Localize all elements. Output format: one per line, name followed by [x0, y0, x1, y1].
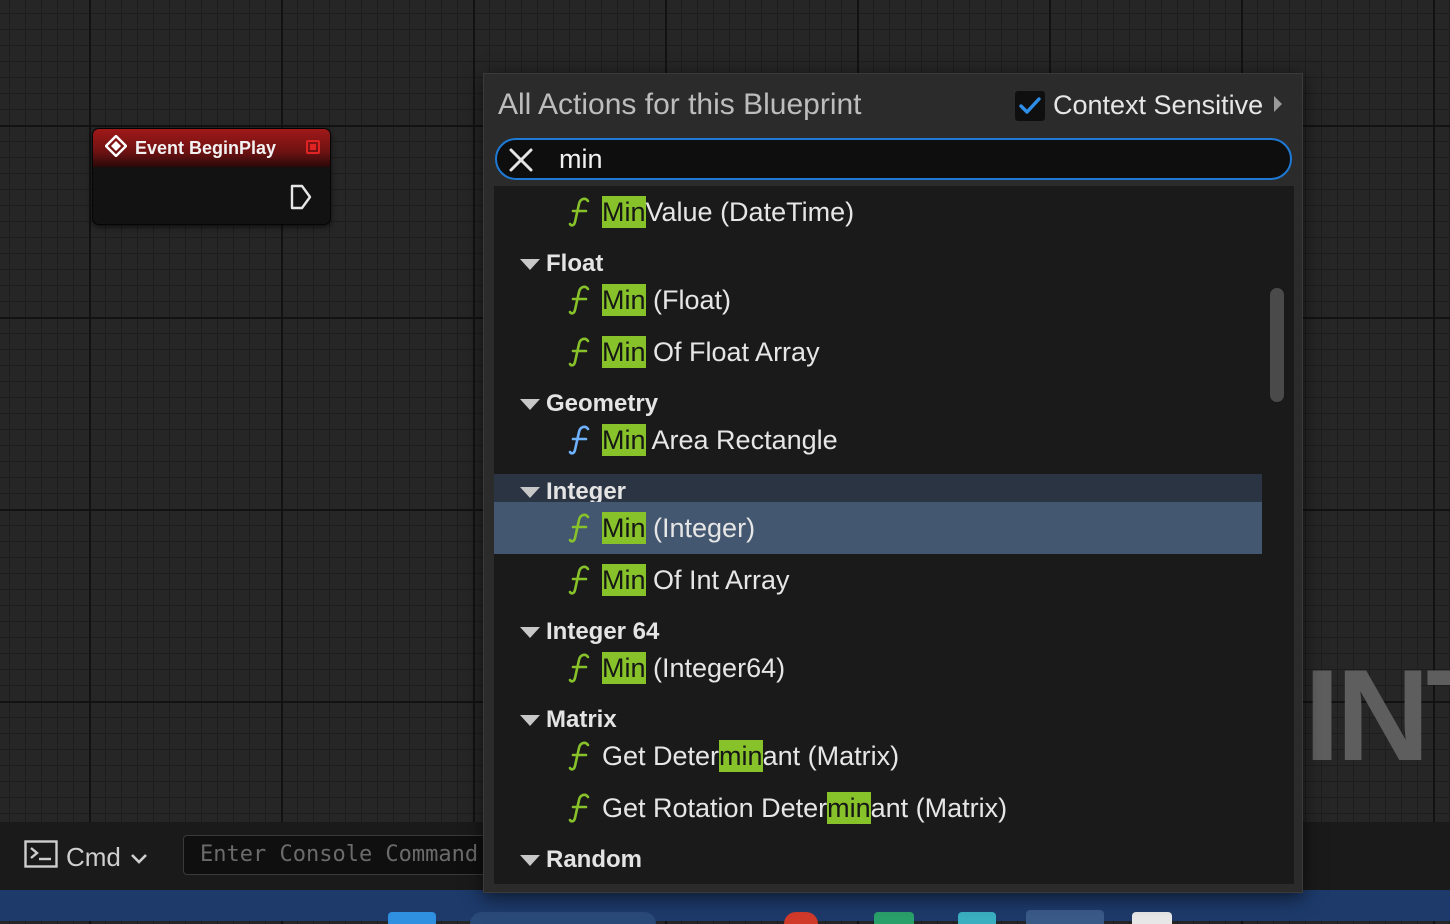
label-suffix: Of Float Array	[645, 336, 820, 367]
function-row[interactable]: Min (Float)	[494, 274, 1262, 326]
expand-triangle-icon[interactable]	[520, 627, 540, 638]
function-label: Min Area Rectangle	[602, 423, 838, 456]
taskbar-item[interactable]	[388, 912, 436, 924]
popup-title: All Actions for this Blueprint	[498, 88, 862, 121]
category-row[interactable]: Random	[494, 842, 1262, 878]
function-label: Min Of Int Array	[602, 563, 790, 596]
taskbar-item[interactable]	[784, 912, 818, 924]
function-label: Min Of Float Array	[602, 335, 820, 368]
caret-right-icon[interactable]	[1271, 93, 1285, 119]
label-suffix: (Float)	[645, 284, 732, 315]
function-icon	[568, 424, 592, 456]
label-prefix: Get Rotation Deter	[602, 792, 828, 823]
clear-search-icon[interactable]	[507, 146, 535, 174]
label-suffix: (Integer64)	[645, 652, 786, 683]
function-row[interactable]: Min (Integer64)	[494, 642, 1262, 694]
action-menu-popup: All Actions for this Blueprint Context S…	[483, 73, 1303, 893]
expand-triangle-icon[interactable]	[520, 259, 540, 270]
function-label: Min (Integer)	[602, 511, 756, 544]
label-suffix: ant (Matrix)	[870, 792, 1008, 823]
chevron-down-icon	[129, 842, 149, 873]
label-suffix: Of Int Array	[645, 564, 790, 595]
exec-output-pin-icon[interactable]	[290, 184, 312, 214]
search-box[interactable]	[495, 138, 1292, 180]
category-label: Random	[546, 846, 642, 873]
function-label: Min (Integer64)	[602, 651, 786, 684]
context-sensitive-toggle[interactable]: Context Sensitive	[1015, 90, 1285, 121]
function-icon	[568, 740, 592, 772]
search-match-highlight: Min	[602, 335, 646, 368]
function-row[interactable]: Get Rotation Determinant (Matrix)	[494, 782, 1262, 834]
search-input[interactable]	[559, 140, 1259, 178]
function-row[interactable]: MinValue (DateTime)	[494, 186, 1262, 238]
function-label: Get Rotation Determinant (Matrix)	[602, 791, 1008, 824]
search-match-highlight: Min	[602, 651, 646, 684]
event-beginplay-node[interactable]: Event BeginPlay	[92, 128, 331, 225]
search-match-highlight: Min	[602, 511, 646, 544]
node-header[interactable]: Event BeginPlay	[93, 129, 330, 167]
search-match-highlight: Min	[602, 563, 646, 596]
function-row[interactable]: Get Determinant (Matrix)	[494, 730, 1262, 782]
expand-triangle-icon[interactable]	[520, 855, 540, 866]
search-match-highlight: Min	[602, 195, 646, 228]
graph-watermark: INT	[1304, 642, 1450, 788]
label-prefix: Get Deter	[602, 740, 720, 771]
label-suffix: Value (DateTime)	[645, 196, 855, 227]
search-match-highlight: Min	[602, 283, 646, 316]
taskbar-item[interactable]	[874, 912, 914, 924]
search-match-highlight: min	[827, 791, 871, 824]
taskbar-item[interactable]	[958, 912, 996, 924]
function-row[interactable]: Min Area Rectangle	[494, 414, 1262, 466]
taskbar-item[interactable]	[1132, 912, 1172, 924]
expand-triangle-icon[interactable]	[520, 715, 540, 726]
expand-triangle-icon[interactable]	[520, 487, 540, 498]
function-icon	[568, 284, 592, 316]
checkmark-icon	[1019, 96, 1041, 114]
label-suffix: ant (Matrix)	[762, 740, 900, 771]
label-suffix: Area Rectangle	[645, 424, 838, 455]
function-icon	[568, 512, 592, 544]
function-row[interactable]: Min Of Int Array	[494, 554, 1262, 606]
terminal-icon	[24, 839, 58, 875]
context-sensitive-label: Context Sensitive	[1053, 90, 1264, 120]
expand-triangle-icon[interactable]	[520, 399, 540, 410]
function-icon	[568, 564, 592, 596]
label-suffix: (Integer)	[645, 512, 756, 543]
event-diamond-icon	[104, 134, 128, 161]
context-sensitive-checkbox[interactable]	[1015, 90, 1045, 121]
function-label: Get Determinant (Matrix)	[602, 739, 900, 772]
function-icon	[568, 336, 592, 368]
cmd-label: Cmd	[66, 841, 121, 872]
taskbar-search[interactable]	[470, 912, 656, 924]
function-label: Min (Float)	[602, 283, 732, 316]
taskbar-item-active[interactable]	[1026, 910, 1104, 924]
function-row[interactable]: Min (Integer)	[494, 502, 1262, 554]
node-title: Event BeginPlay	[135, 137, 277, 158]
cmd-dropdown-button[interactable]: Cmd	[24, 839, 149, 875]
action-list[interactable]: MinValue (DateTime) Float Min (Float) Min O…	[494, 186, 1294, 884]
function-icon	[568, 792, 592, 824]
scrollbar-thumb[interactable]	[1270, 288, 1284, 402]
function-icon	[568, 652, 592, 684]
function-label: MinValue (DateTime)	[602, 195, 855, 228]
delegate-pin-icon[interactable]	[306, 140, 320, 154]
console-command-input[interactable]: Enter Console Command	[183, 835, 513, 875]
taskbar	[0, 890, 1450, 924]
search-match-highlight: min	[719, 739, 763, 772]
function-row[interactable]: Min Of Float Array	[494, 326, 1262, 378]
function-icon	[568, 196, 592, 228]
search-match-highlight: Min	[602, 423, 646, 456]
